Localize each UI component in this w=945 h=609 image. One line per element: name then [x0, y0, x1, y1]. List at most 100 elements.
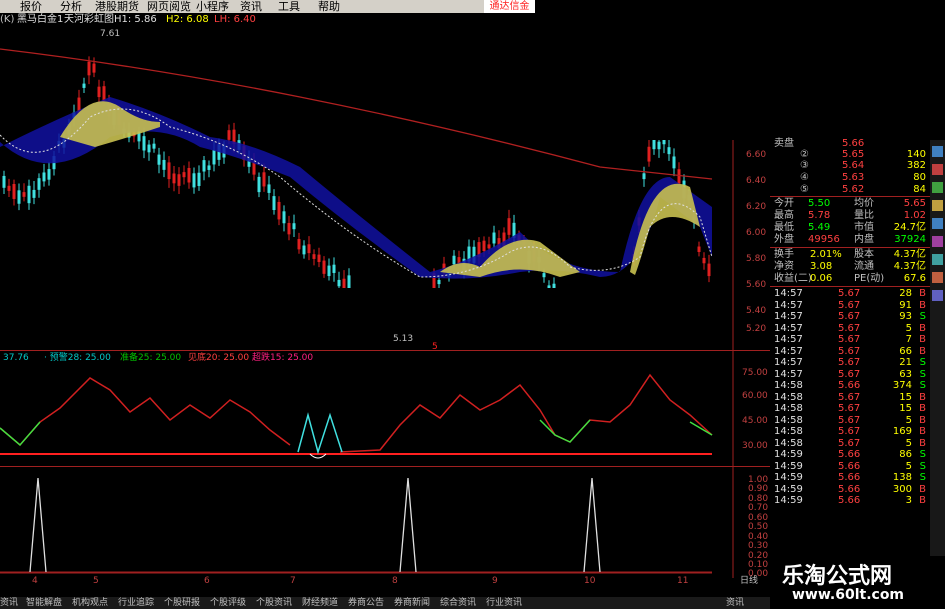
- tab-industry-news[interactable]: 行业资讯: [486, 597, 522, 609]
- candle-body: [227, 130, 231, 140]
- candle-body: [262, 172, 266, 187]
- indicator1-bottom: 见底20: 25.00: [188, 351, 249, 363]
- signal-spike-2: [399, 477, 417, 573]
- tab-broker-notice[interactable]: 券商公告: [348, 597, 384, 609]
- price-tick: 6.00: [746, 228, 766, 238]
- tab-stock-rating[interactable]: 个股评级: [210, 597, 246, 609]
- stat-row: 最低 5.49 市值 24.7亿: [770, 222, 930, 234]
- tick-side: B: [919, 299, 926, 311]
- tab-stock-news[interactable]: 个股资讯: [256, 597, 292, 609]
- toolbar-icon[interactable]: [932, 200, 943, 211]
- toolbar-icon[interactable]: [932, 146, 943, 157]
- tick-price: 5.66: [838, 449, 861, 460]
- tick-side: S: [919, 311, 926, 322]
- toolbar-icon[interactable]: [932, 290, 943, 301]
- tab-news[interactable]: 资讯: [0, 597, 18, 609]
- candle-body: [287, 222, 291, 235]
- candle-body: [312, 254, 316, 259]
- menu-item-tools[interactable]: 工具: [278, 0, 300, 13]
- tab-general-news[interactable]: 综合资讯: [440, 597, 476, 609]
- stat-row: 换手 2.01% 股本 4.37亿: [770, 249, 930, 261]
- stat-value: 5.49: [808, 222, 831, 233]
- candle-body: [22, 192, 26, 197]
- tick-volume: 300: [892, 483, 912, 495]
- menu-item-quote[interactable]: 报价: [20, 0, 42, 13]
- candle-body: [202, 160, 206, 172]
- tick-time: 14:58: [774, 437, 803, 449]
- tick-side: S: [919, 357, 926, 368]
- tick-row: 14:58 5.67 5 B: [770, 438, 930, 450]
- tick-time: 14:59: [774, 449, 803, 460]
- tick-side: S: [919, 460, 926, 472]
- tick-time: 14:59: [774, 483, 803, 495]
- toolbar-icon[interactable]: [932, 164, 943, 175]
- tab-finance-channel[interactable]: 财经频道: [302, 597, 338, 609]
- tick-price: 5.66: [838, 460, 861, 472]
- tab-smart-analysis[interactable]: 智能解盘: [26, 597, 62, 609]
- divider: [770, 196, 930, 197]
- candle-body: [667, 147, 671, 155]
- price-tick: 5.40: [746, 306, 766, 316]
- stat-value: 24.7亿: [893, 222, 926, 233]
- tab-industry-tracking[interactable]: 行业追踪: [118, 597, 154, 609]
- menu-item-news[interactable]: 资讯: [240, 0, 262, 13]
- low-price-label: 5.13: [393, 334, 413, 344]
- tick-time: 14:59: [774, 460, 803, 472]
- candle-body: [657, 141, 661, 150]
- tick-volume: 7: [905, 334, 912, 345]
- tick-time: 14:57: [774, 334, 803, 345]
- tick-row: 14:58 5.67 5 B: [770, 415, 930, 427]
- tick-volume: 91: [899, 299, 912, 311]
- indicator-panel-1: 37.76 · 预警28: 25.00 准备25: 25.00 见底20: 25…: [0, 350, 770, 466]
- ask-price: 5.62: [842, 184, 865, 195]
- candle-body: [37, 178, 41, 190]
- indicator2-tick: 0.50: [748, 522, 768, 532]
- indicator-lh: LH: 6.40: [214, 14, 256, 25]
- candle-body: [17, 190, 21, 204]
- ask-label: ⑤: [800, 184, 809, 195]
- toolbar-icon[interactable]: [932, 272, 943, 283]
- tick-side: B: [919, 495, 926, 506]
- tab-stock-research[interactable]: 个股研报: [164, 597, 200, 609]
- menu-item-miniapp[interactable]: 小程序: [196, 0, 229, 13]
- toolbar-icon[interactable]: [932, 218, 943, 229]
- tick-side: B: [919, 483, 926, 495]
- tick-volume: 63: [899, 368, 912, 380]
- menu-item-web[interactable]: 网页阅览: [147, 0, 191, 13]
- candle-body: [507, 218, 511, 235]
- price-axis: 6.60 6.40 6.20 6.00 5.80 5.60 5.40 5.20: [746, 150, 766, 334]
- menu-item-hk-futures[interactable]: 港股期货: [95, 0, 139, 13]
- candle-body: [187, 167, 191, 183]
- stat-value: 49956: [808, 234, 840, 245]
- tab-institution-view[interactable]: 机构观点: [72, 597, 108, 609]
- tick-side: S: [919, 449, 926, 460]
- candle-body: [147, 144, 151, 153]
- stat-value: 3.08: [810, 261, 833, 272]
- candle-body: [2, 175, 6, 188]
- stat-row: 收益(二) 0.06 PE(动) 67.6: [770, 273, 930, 285]
- candle-body: [647, 146, 651, 162]
- tick-side: B: [919, 437, 926, 449]
- tick-row: 14:59 5.66 138 S: [770, 472, 930, 484]
- toolbar-icon[interactable]: [932, 236, 943, 247]
- tick-time: 14:58: [774, 426, 803, 437]
- toolbar-icon[interactable]: [932, 182, 943, 193]
- redaction-box: [298, 288, 646, 321]
- watermark: 乐淘公式网 www.60lt.com: [770, 556, 945, 609]
- menu-item-help[interactable]: 帮助: [318, 0, 340, 13]
- date-tick: 5: [93, 576, 99, 586]
- price-tick: 6.60: [746, 150, 766, 160]
- tick-time: 14:57: [774, 368, 803, 380]
- tick-price: 5.67: [838, 334, 861, 345]
- tab-news-right[interactable]: 资讯: [726, 597, 744, 609]
- indicator1-ready: 准备25: 25.00: [120, 351, 181, 363]
- tick-side: S: [919, 368, 926, 380]
- tab-broker-news[interactable]: 券商新闻: [394, 597, 430, 609]
- watermark-url: www.60lt.com: [792, 587, 905, 603]
- toolbar-icon[interactable]: [932, 254, 943, 265]
- stock-name: 黑马白金1: [17, 14, 64, 25]
- brand-label: 通达信金: [484, 0, 535, 13]
- menu-item-analysis[interactable]: 分析: [60, 0, 82, 13]
- date-tick: 7: [290, 576, 296, 586]
- tick-time: 14:58: [774, 391, 803, 403]
